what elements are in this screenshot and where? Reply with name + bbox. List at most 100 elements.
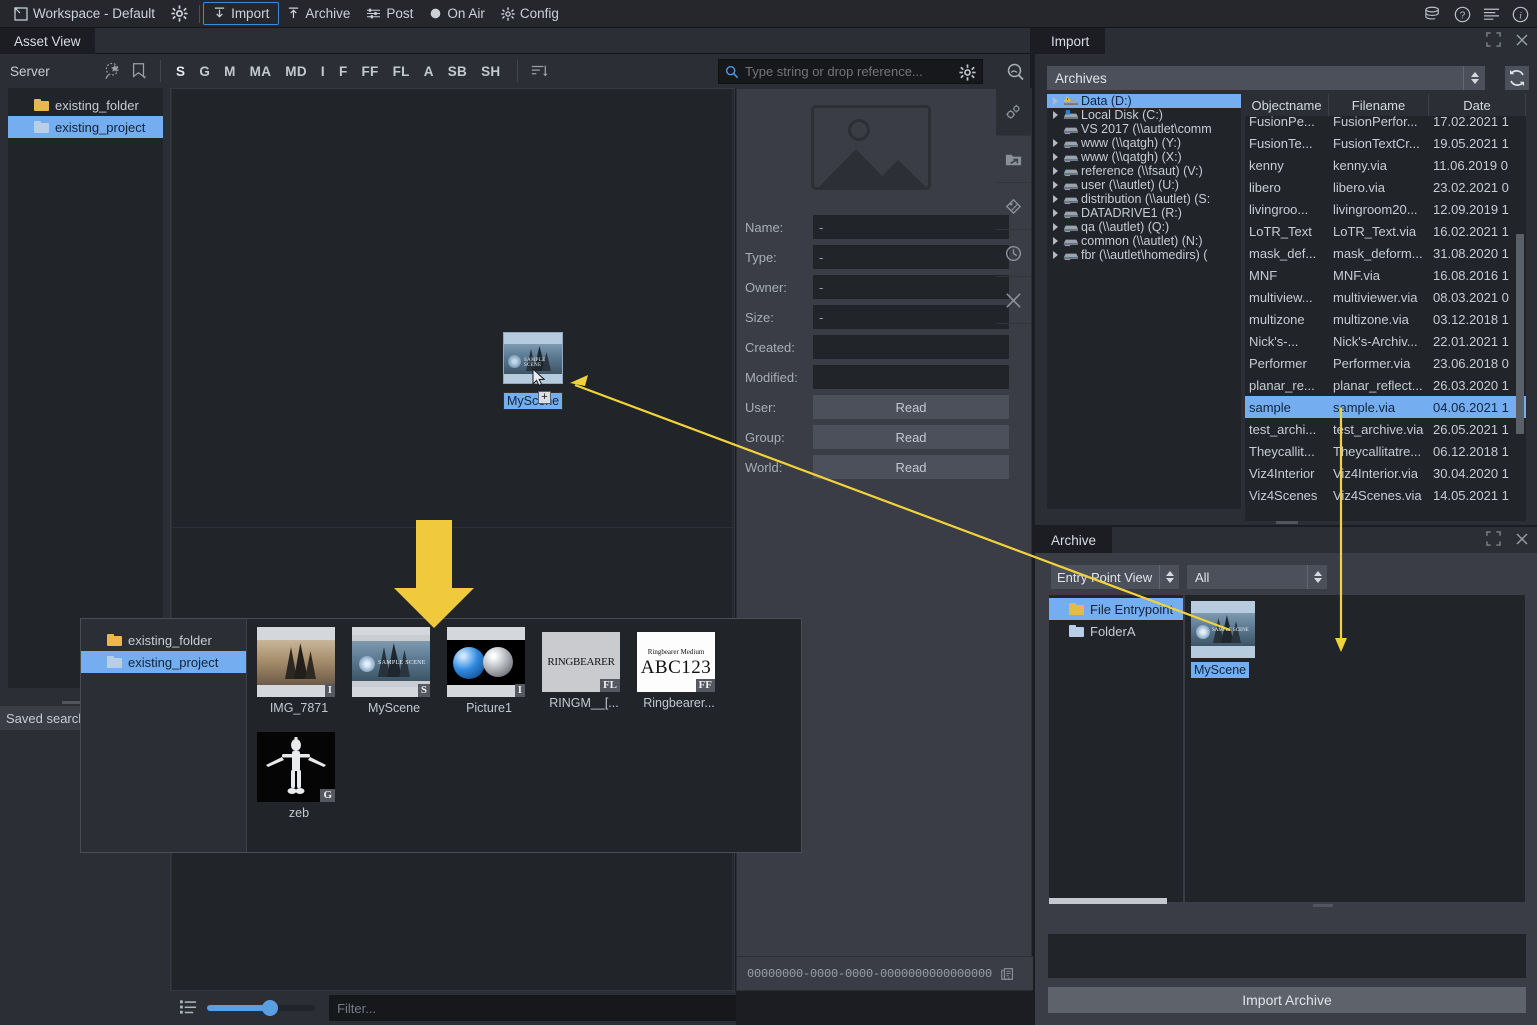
table-row[interactable]: test_archi...test_archive.via26.05.2021 … — [1245, 418, 1526, 440]
archive-tree-hscrollbar[interactable] — [1049, 898, 1167, 904]
archive-tree-item-foldera[interactable]: FolderA — [1049, 620, 1183, 642]
tab-import[interactable]: Import — [1035, 28, 1105, 54]
popup-tree-item-existing-folder[interactable]: existing_folder — [81, 629, 246, 651]
expand-triangle-icon[interactable] — [1049, 181, 1061, 189]
expand-triangle-icon[interactable] — [1049, 195, 1061, 203]
saved-search-button[interactable]: Saved search — [0, 706, 85, 730]
popup-item-zeb[interactable]: G zeb — [257, 732, 341, 820]
drive-tree-item[interactable]: DATADRIVE1 (R:) — [1047, 206, 1241, 220]
asset-canvas[interactable]: SAMPLE SCENE MyScene + — [170, 88, 735, 991]
detail-permission-button[interactable]: Read — [813, 455, 1009, 479]
server-tree[interactable]: existing_folder existing_project — [8, 88, 163, 688]
archive-item-grid[interactable]: SAMPLE SCENE MyScene — [1185, 595, 1525, 902]
table-row[interactable]: Theycallit...Theycallitatre...06.12.2018… — [1245, 440, 1526, 462]
search-box[interactable] — [718, 59, 983, 84]
table-row[interactable]: kennykenny.via11.06.2019 0 — [1245, 154, 1526, 176]
tab-archive[interactable]: Archive — [1035, 527, 1112, 553]
drive-tree-item[interactable]: reference (\\fsaut) (V:) — [1047, 164, 1241, 178]
archive-table-vscrollbar[interactable] — [1516, 234, 1524, 434]
drive-tree-item[interactable]: www (\\qatgh) (Y:) — [1047, 136, 1241, 150]
table-row[interactable]: Viz4InteriorViz4Interior.via30.04.2020 1 — [1245, 462, 1526, 484]
side-tab-history[interactable] — [996, 230, 1031, 277]
refresh-icon[interactable] — [1505, 66, 1529, 93]
advanced-search-icon[interactable] — [1006, 62, 1026, 85]
side-tab-folder[interactable] — [996, 136, 1031, 183]
expand-triangle-icon[interactable] — [1049, 111, 1061, 119]
table-row[interactable]: LoTR_TextLoTR_Text.via16.02.2021 1 — [1245, 220, 1526, 242]
server-tree-item-existing-project[interactable]: existing_project — [8, 116, 163, 138]
drive-tree-item[interactable]: fbr (\\autlet\homedirs) ( — [1047, 248, 1241, 262]
archives-select[interactable]: Archives — [1047, 66, 1485, 90]
search-input[interactable] — [739, 64, 976, 79]
slider-knob[interactable] — [262, 1000, 278, 1016]
type-filter-md[interactable]: MD — [278, 64, 314, 79]
drive-tree-item[interactable]: VS 2017 (\\autlet\comm — [1047, 122, 1241, 136]
table-row[interactable]: PerformerPerformer.via23.06.2018 0 — [1245, 352, 1526, 374]
table-row[interactable]: Nick's-...Nick's-Archiv...22.01.2021 1 — [1245, 330, 1526, 352]
type-filter-f[interactable]: F — [332, 64, 355, 79]
archive-tree-item-file-entrypoint[interactable]: File Entrypoint — [1049, 598, 1183, 620]
table-row[interactable]: FusionPe...FusionPerfor...17.02.2021 1 — [1245, 110, 1526, 132]
type-filter-a[interactable]: A — [417, 64, 441, 79]
bookmark-icon[interactable] — [126, 58, 152, 84]
expand-triangle-icon[interactable] — [1049, 251, 1061, 259]
popup-item-ringbearer[interactable]: Ringbearer Medium ABC123 FF Ringbearer..… — [637, 632, 721, 710]
expand-triangle-icon[interactable] — [1049, 97, 1061, 105]
table-row[interactable]: samplesample.via04.06.2021 1 — [1245, 396, 1526, 418]
table-row[interactable]: livingroo...livingroom20...12.09.2019 1 — [1245, 198, 1526, 220]
type-filter-ff[interactable]: FF — [355, 64, 386, 79]
left-panel-splitter[interactable] — [62, 701, 80, 704]
database-icon[interactable] — [1424, 6, 1442, 22]
sort-icon[interactable] — [526, 58, 552, 84]
archive-filter-select[interactable]: All — [1187, 565, 1327, 589]
popup-item-img7871[interactable]: I IMG_7871 — [257, 627, 341, 715]
table-row[interactable]: multiview...multiviewer.via08.03.2021 0 — [1245, 286, 1526, 308]
drive-tree-item[interactable]: Local Disk (C:) — [1047, 108, 1241, 122]
entry-point-view-select[interactable]: Entry Point View — [1051, 565, 1179, 589]
type-filter-sh[interactable]: SH — [474, 64, 507, 79]
import-archive-button[interactable]: Import Archive — [1048, 987, 1526, 1013]
drive-tree-item[interactable]: user (\\autlet) (U:) — [1047, 178, 1241, 192]
type-filter-g[interactable]: G — [192, 64, 217, 79]
detail-permission-button[interactable]: Read — [813, 425, 1009, 449]
popup-item-myscene[interactable]: SAMPLE SCENE S MyScene — [352, 627, 436, 715]
popup-thumbnail-grid[interactable]: I IMG_7871 SAMPLE SCENE S MyScene — [247, 619, 801, 852]
archive-splitter-handle[interactable] — [1313, 904, 1333, 907]
log-icon[interactable] — [1483, 7, 1500, 21]
info-icon[interactable]: i — [1512, 6, 1529, 23]
canvas-item-myscene[interactable]: SAMPLE SCENE MyScene + — [503, 332, 563, 412]
expand-triangle-icon[interactable] — [1049, 139, 1061, 147]
close-icon[interactable] — [1515, 33, 1529, 47]
settings-gear-button[interactable] — [163, 2, 196, 25]
expand-icon[interactable] — [1486, 531, 1501, 546]
side-tab-tags[interactable] — [996, 183, 1031, 230]
drive-tree-item[interactable]: qa (\\autlet) (Q:) — [1047, 220, 1241, 234]
server-tree-item-existing-folder[interactable]: existing_folder — [8, 94, 163, 116]
thumbnail-size-slider[interactable] — [207, 1005, 315, 1011]
archive-filter-spinner[interactable] — [1307, 565, 1327, 589]
table-row[interactable]: liberolibero.via23.02.2021 0 — [1245, 176, 1526, 198]
table-row[interactable]: multizonemultizone.via03.12.2018 1 — [1245, 308, 1526, 330]
table-row[interactable]: Viz4ScenesViz4Scenes.via14.05.2021 1 — [1245, 484, 1526, 506]
tab-asset-view[interactable]: Asset View — [0, 28, 95, 54]
type-filter-m[interactable]: M — [217, 64, 243, 79]
search-gear-icon[interactable] — [959, 64, 976, 84]
popup-tree-item-existing-project[interactable]: existing_project — [81, 651, 246, 673]
list-view-icon[interactable] — [180, 999, 197, 1018]
archive-file-table[interactable]: Objectname Filename Date FusionPe...Fusi… — [1245, 94, 1526, 521]
side-tab-properties[interactable] — [996, 89, 1031, 136]
drive-tree-item[interactable]: common (\\autlet) (N:) — [1047, 234, 1241, 248]
archive-item-myscene[interactable]: SAMPLE SCENE MyScene — [1191, 601, 1255, 678]
detail-permission-button[interactable]: Read — [813, 395, 1009, 419]
type-filter-sb[interactable]: SB — [441, 64, 474, 79]
drive-tree-item[interactable]: Data (D:) — [1047, 94, 1241, 108]
menu-item-import[interactable]: Import — [203, 2, 279, 25]
expand-triangle-icon[interactable] — [1049, 237, 1061, 245]
archives-select-spinner[interactable] — [1463, 66, 1485, 90]
drive-tree-item[interactable]: distribution (\\autlet) (S: — [1047, 192, 1241, 206]
menu-item-onair[interactable]: On Air — [421, 3, 493, 24]
menu-item-config[interactable]: Config — [493, 3, 567, 24]
copy-icon[interactable] — [1000, 966, 1016, 982]
type-filter-s[interactable]: S — [169, 64, 192, 79]
help-icon[interactable]: ? — [1454, 6, 1471, 23]
